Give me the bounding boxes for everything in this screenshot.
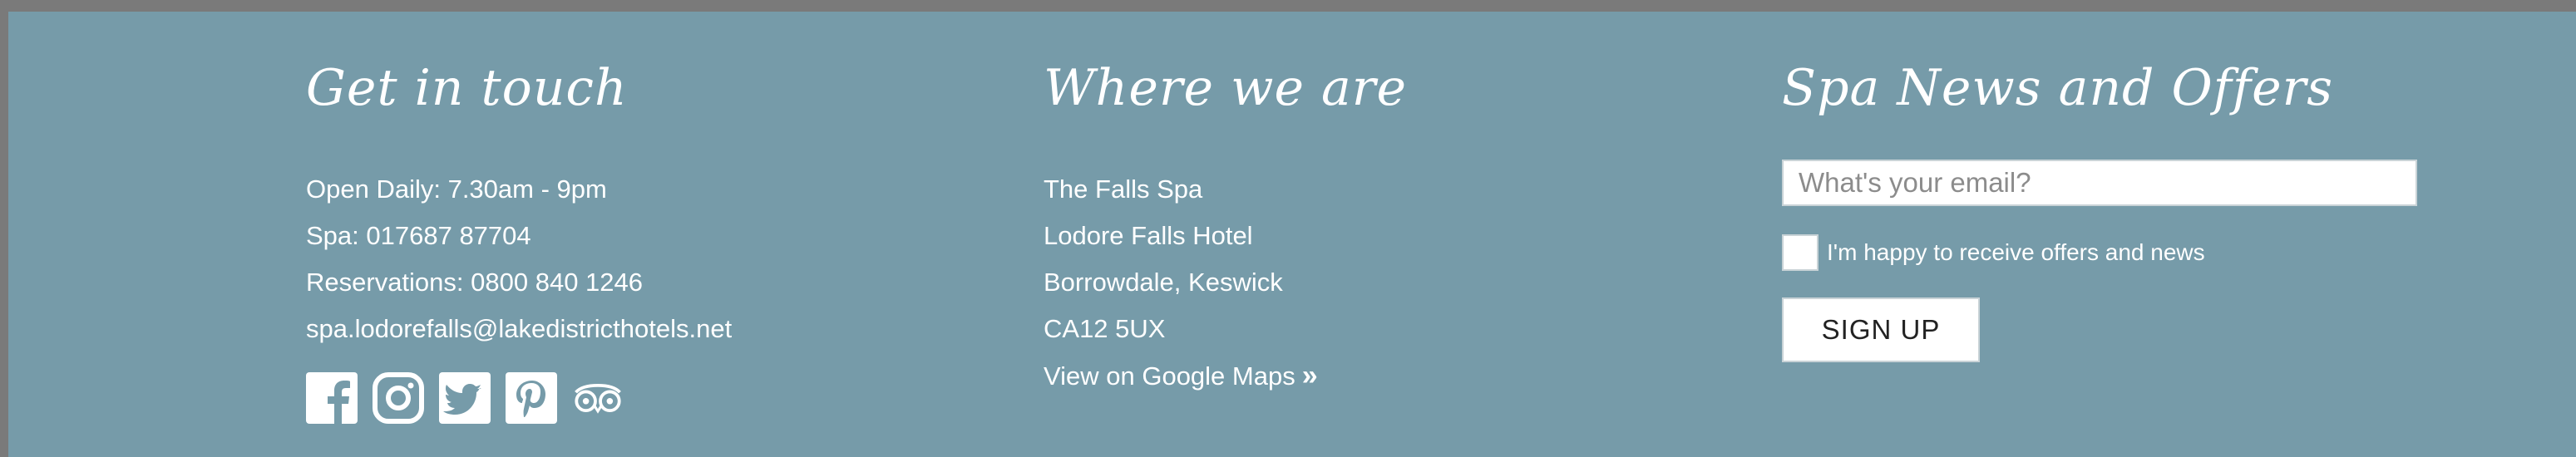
site-footer: Get in touch Open Daily: 7.30am - 9pm Sp… xyxy=(8,12,2576,457)
contact-details: Open Daily: 7.30am - 9pm Spa: 017687 877… xyxy=(306,166,732,352)
newsletter-email-input[interactable] xyxy=(1782,160,2417,206)
pinterest-icon[interactable] xyxy=(506,372,557,424)
instagram-icon[interactable] xyxy=(373,372,424,424)
social-links xyxy=(306,372,624,424)
address-line-town: Borrowdale, Keswick xyxy=(1044,268,1283,297)
google-maps-link-label: View on Google Maps xyxy=(1044,361,1295,391)
tripadvisor-icon[interactable] xyxy=(572,372,624,424)
email-link[interactable]: spa.lodorefalls@lakedistricthotels.net xyxy=(306,306,732,352)
reservations-phone-link[interactable]: Reservations: 0800 840 1246 xyxy=(306,259,732,306)
facebook-icon[interactable] xyxy=(306,372,358,424)
page-frame: Get in touch Open Daily: 7.30am - 9pm Sp… xyxy=(0,0,2576,457)
consent-row: I'm happy to receive offers and news xyxy=(1782,234,2205,271)
address-block: The Falls Spa Lodore Falls Hotel Borrowd… xyxy=(1044,166,1318,399)
double-chevron-right-icon: » xyxy=(1301,360,1318,391)
sign-up-button[interactable]: SIGN UP xyxy=(1782,297,1980,362)
address-line-hotel: Lodore Falls Hotel xyxy=(1044,221,1253,250)
consent-label: I'm happy to receive offers and news xyxy=(1827,239,2205,265)
address-line-venue: The Falls Spa xyxy=(1044,174,1203,204)
twitter-icon[interactable] xyxy=(439,372,491,424)
spa-phone-link[interactable]: Spa: 017687 87704 xyxy=(306,213,732,259)
location-heading: Where we are xyxy=(1044,59,1407,117)
contact-heading: Get in touch xyxy=(306,59,628,117)
consent-checkbox[interactable] xyxy=(1782,234,1818,271)
google-maps-link[interactable]: View on Google Maps» xyxy=(1044,352,1318,399)
address-line-postcode: CA12 5UX xyxy=(1044,314,1166,343)
opening-hours: Open Daily: 7.30am - 9pm xyxy=(306,174,607,204)
newsletter-heading: Spa News and Offers xyxy=(1782,59,2334,117)
